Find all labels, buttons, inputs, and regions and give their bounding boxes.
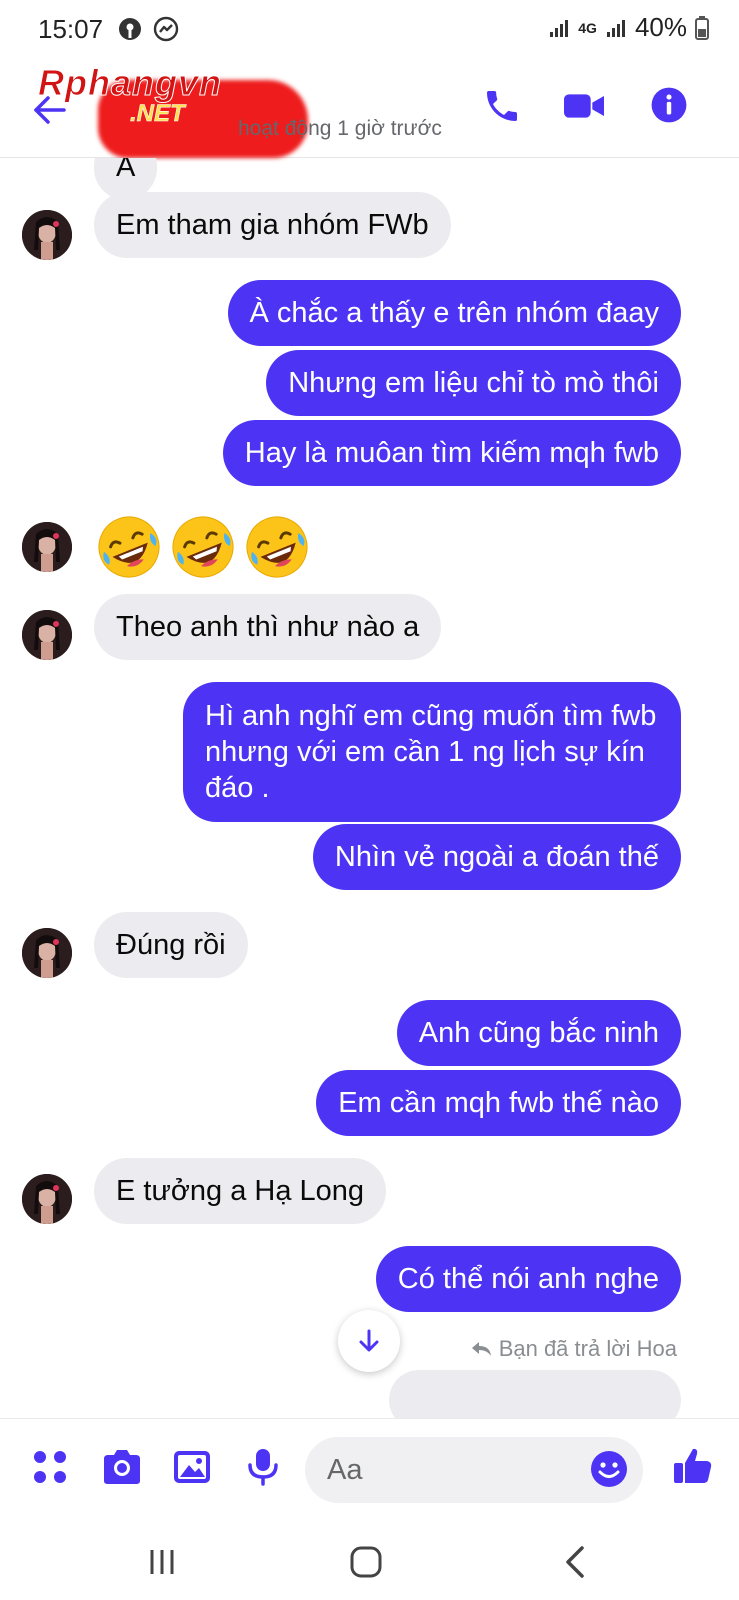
message-bubble-incoming[interactable]: E tưởng a Hạ Long: [94, 1158, 387, 1224]
status-time: 15:07: [38, 14, 104, 44]
message-input-placeholder: Aa: [327, 1454, 363, 1486]
smiley-icon[interactable]: [589, 1449, 629, 1489]
rofl-emoji-icon: [98, 516, 160, 578]
message-bubble-outgoing[interactable]: Hay là muôan tìm kiếm mqh fwb: [222, 420, 681, 486]
info-icon[interactable]: [650, 86, 688, 124]
system-navigation-bar: [0, 1522, 739, 1600]
emoji-message[interactable]: [96, 514, 310, 580]
avatar[interactable]: [22, 610, 72, 660]
network-type: 4G: [578, 19, 597, 36]
message-bubble-incoming[interactable]: Theo anh thì như nào a: [94, 594, 442, 660]
watermark-logo: Rphangvn .NET: [38, 62, 308, 158]
phone-icon[interactable]: [482, 86, 522, 126]
battery-icon: [695, 15, 709, 40]
messenger-icon: [153, 16, 179, 42]
home-icon[interactable]: [346, 1542, 386, 1582]
four-dots-icon[interactable]: [30, 1447, 70, 1487]
message-bubble-outgoing[interactable]: Nhìn vẻ ngoài a đoán thế: [312, 824, 681, 890]
message-bubble-outgoing[interactable]: Em cần mqh fwb thế nào: [316, 1070, 681, 1136]
microphone-icon[interactable]: [246, 1447, 280, 1487]
message-bubble-outgoing[interactable]: À chắc a thấy e trên nhóm đaay: [227, 280, 681, 346]
status-notification-icons: [117, 16, 179, 42]
avatar[interactable]: [22, 1174, 72, 1224]
message-composer: Aa: [0, 1418, 739, 1522]
message-list[interactable]: A Em tham gia nhóm FWb À chắc a thấy e t…: [0, 158, 739, 1418]
watermark-brand: Rphangvn: [38, 62, 222, 104]
back-nav-icon[interactable]: [556, 1542, 596, 1582]
reply-arrow-icon: [471, 1342, 491, 1356]
battery-percent: 40%: [634, 12, 687, 42]
reply-indicator-text: Bạn đã trả lời Hoa: [498, 1336, 677, 1361]
avatar[interactable]: [22, 210, 72, 260]
video-camera-icon[interactable]: [562, 86, 606, 126]
recent-apps-icon[interactable]: [142, 1542, 182, 1582]
image-icon[interactable]: [172, 1447, 212, 1487]
message-input[interactable]: Aa: [305, 1437, 643, 1503]
conversation-header: Rphangvn .NET hoạt động 1 giờ trước: [0, 60, 739, 158]
message-bubble-outgoing[interactable]: Có thể nói anh nghe: [375, 1246, 681, 1312]
message-bubble-outgoing[interactable]: Anh cũng bắc ninh: [396, 1000, 681, 1066]
arrow-down-icon: [359, 1329, 379, 1352]
message-bubble-incoming[interactable]: Em tham gia nhóm FWb: [94, 192, 451, 258]
message-bubble-outgoing[interactable]: Hì anh nghĩ em cũng muốn tìm fwb nhưng v…: [183, 682, 681, 822]
reply-indicator: Bạn đã trả lời Hoa: [471, 1336, 677, 1362]
watermark-domain: .NET: [130, 100, 185, 128]
message-bubble-outgoing[interactable]: Nhưng em liệu chỉ tò mò thôi: [266, 350, 681, 416]
thumbs-up-icon[interactable]: [672, 1445, 714, 1487]
scroll-down-button[interactable]: [338, 1310, 400, 1372]
rofl-emoji-icon: [246, 516, 308, 578]
status-bar: 15:07 4G 40%: [0, 0, 739, 60]
partially-hidden-bubble: [389, 1370, 681, 1418]
signal-icon-2: [606, 19, 625, 37]
camera-icon[interactable]: [100, 1447, 144, 1487]
podcast-icon: [119, 18, 141, 40]
status-right: 4G 40%: [548, 12, 709, 43]
signal-icon: [550, 19, 569, 37]
rofl-emoji-icon: [172, 516, 234, 578]
active-status: hoạt động 1 giờ trước: [238, 117, 442, 140]
avatar[interactable]: [22, 522, 72, 572]
avatar[interactable]: [22, 928, 72, 978]
message-bubble-incoming[interactable]: Đúng rồi: [94, 912, 248, 978]
